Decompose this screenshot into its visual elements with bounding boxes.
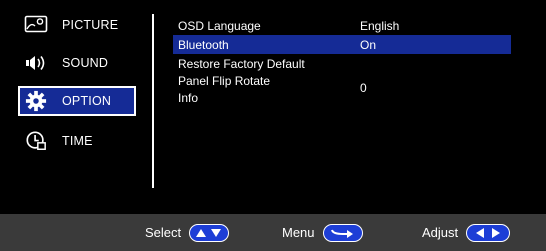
menu-key-icon[interactable] — [322, 223, 363, 242]
adjust-hint: Adjust — [422, 214, 511, 251]
osd-menu: PICTURE SOUND OPTION TIME OSD Language E… — [0, 0, 546, 251]
setting-value: English — [360, 18, 400, 33]
setting-row-osd-language[interactable]: OSD Language English — [173, 16, 511, 35]
sidebar-item-sound[interactable]: SOUND — [18, 48, 136, 78]
menu-label: Menu — [282, 225, 315, 240]
menu-sidebar: PICTURE SOUND OPTION TIME — [0, 0, 150, 214]
sidebar-item-time[interactable]: TIME — [18, 126, 136, 156]
setting-label: Info — [178, 91, 199, 105]
setting-row-panel-flip-rotate[interactable]: Panel Flip Rotate 0 — [173, 73, 511, 96]
setting-row-info[interactable]: Info — [173, 88, 511, 108]
adjust-label: Adjust — [422, 225, 459, 240]
setting-row-restore-factory-default[interactable]: Restore Factory Default — [173, 54, 511, 73]
key-hint-bar: Select Menu Adjust — [0, 214, 546, 251]
gear-icon — [22, 90, 50, 112]
setting-value: On — [360, 37, 377, 52]
vertical-divider — [152, 14, 154, 188]
setting-label: OSD Language — [178, 18, 261, 33]
sidebar-item-label: SOUND — [62, 56, 109, 70]
setting-label: Restore Factory Default — [178, 56, 305, 71]
setting-label: Bluetooth — [178, 37, 229, 52]
select-hint: Select — [145, 214, 230, 251]
select-key-icon[interactable] — [189, 223, 230, 242]
speaker-icon — [22, 52, 50, 74]
select-label: Select — [145, 225, 182, 240]
picture-icon — [22, 14, 50, 36]
setting-label: Panel Flip Rotate — [178, 73, 271, 88]
sidebar-item-label: TIME — [62, 134, 93, 148]
sidebar-item-label: OPTION — [62, 94, 112, 108]
sidebar-item-picture[interactable]: PICTURE — [18, 10, 136, 40]
settings-list: OSD Language English Bluetooth On Restor… — [173, 16, 511, 108]
menu-hint: Menu — [282, 214, 363, 251]
adjust-key-icon[interactable] — [466, 223, 511, 242]
setting-row-bluetooth[interactable]: Bluetooth On — [173, 35, 511, 54]
sidebar-item-label: PICTURE — [62, 18, 119, 32]
clock-icon — [22, 130, 50, 152]
sidebar-item-option[interactable]: OPTION — [18, 86, 136, 116]
